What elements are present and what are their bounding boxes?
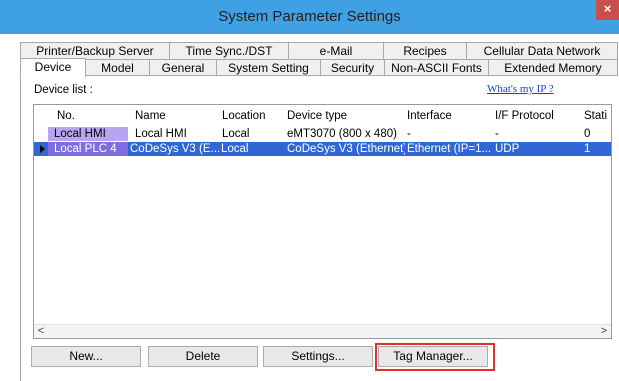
column-header-status[interactable]: Stati — [584, 110, 607, 122]
device-list-label: Device list : — [34, 84, 93, 96]
cell-interface: - — [407, 128, 411, 140]
cell-status: 1 — [584, 143, 591, 155]
cell-interface: Ethernet (IP=1... — [407, 143, 492, 155]
tab-cellular-data-network[interactable]: Cellular Data Network — [466, 42, 618, 60]
whats-my-ip-link[interactable]: What's my IP ? — [487, 83, 554, 95]
tab-email[interactable]: e-Mail — [288, 42, 384, 60]
highlight-box — [375, 343, 495, 371]
new-button[interactable]: New... — [31, 346, 141, 367]
scroll-left-icon[interactable]: < — [34, 325, 48, 338]
horizontal-scrollbar[interactable]: < > — [34, 324, 611, 338]
cell-if-protocol: - — [495, 128, 499, 140]
tab-recipes[interactable]: Recipes — [383, 42, 467, 60]
column-header-no[interactable]: No. — [57, 110, 75, 122]
cell-name: Local HMI — [135, 128, 187, 140]
row-selector-arrow-icon — [40, 145, 45, 153]
column-header-interface[interactable]: Interface — [407, 110, 452, 122]
column-header-if-protocol[interactable]: I/F Protocol — [495, 110, 554, 122]
tab-time-sync-dst[interactable]: Time Sync./DST — [169, 42, 289, 60]
tab-device[interactable]: Device — [20, 58, 86, 78]
table-row-selected[interactable]: Local PLC 4 CoDeSys V3 (E... Local CoDeS… — [34, 142, 611, 156]
cell-name: CoDeSys V3 (E... — [130, 143, 219, 155]
settings-button[interactable]: Settings... — [263, 346, 373, 367]
column-header-device-type[interactable]: Device type — [287, 110, 347, 122]
cell-location: Local — [222, 128, 250, 140]
delete-button[interactable]: Delete — [148, 346, 258, 367]
cell-no: Local HMI — [48, 127, 128, 141]
device-list-table[interactable]: No. Name Location Device type Interface … — [33, 104, 612, 339]
cell-if-protocol: UDP — [495, 143, 520, 155]
cell-no: Local PLC 4 — [48, 142, 128, 156]
cell-location: Local — [221, 143, 249, 155]
window-title: System Parameter Settings — [218, 8, 401, 25]
title-bar: System Parameter Settings × — [0, 0, 619, 34]
cell-device-type: CoDeSys V3 (Ethernet) — [287, 143, 405, 155]
column-header-location[interactable]: Location — [222, 110, 265, 122]
cell-device-type: eMT3070 (800 x 480) — [287, 128, 397, 140]
scroll-right-icon[interactable]: > — [597, 325, 611, 338]
table-row[interactable]: Local HMI Local HMI Local eMT3070 (800 x… — [34, 127, 611, 141]
cell-status: 0 — [584, 128, 591, 140]
close-icon[interactable]: × — [596, 0, 619, 20]
column-header-name[interactable]: Name — [135, 110, 166, 122]
